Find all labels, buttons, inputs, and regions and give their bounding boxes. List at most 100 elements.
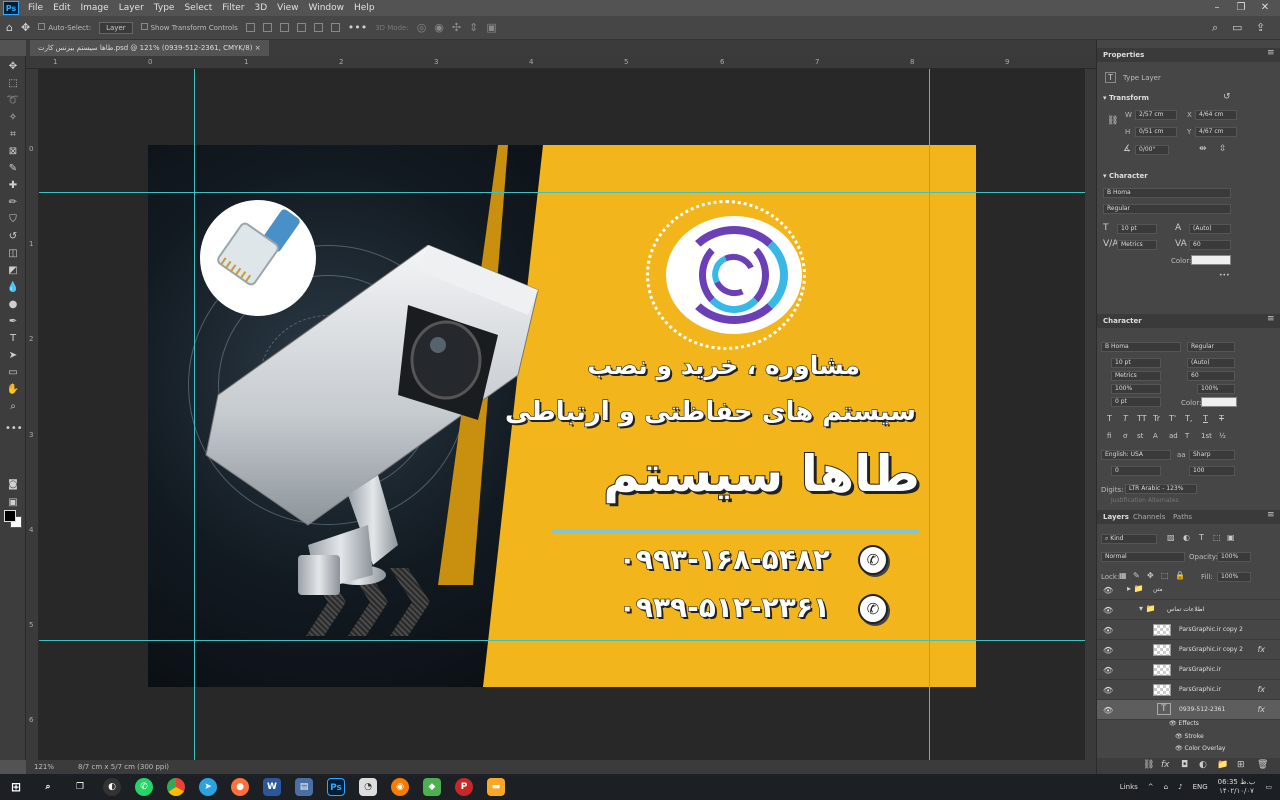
lock-image-icon[interactable]: ✎ [1133, 571, 1140, 580]
char-size-field[interactable]: 10 pt [1111, 358, 1161, 368]
character-section-title[interactable]: ▾ Character [1103, 172, 1148, 180]
visibility-eye-icon[interactable]: 👁 [1103, 686, 1113, 695]
close-icon[interactable]: ✕ [1254, 0, 1276, 16]
search-icon[interactable]: ⌕ [39, 778, 57, 796]
notifications-icon[interactable]: ▭ [1265, 783, 1272, 791]
layer-row-selected[interactable]: 👁 T 0939-512-2361 fx [1097, 700, 1280, 720]
align-middle-icon[interactable] [313, 23, 323, 32]
frame-tool-icon[interactable]: ⊠ [5, 145, 21, 159]
crop-tool-icon[interactable]: ⌗ [5, 128, 21, 142]
discretionary-ligature-icon[interactable]: st [1137, 432, 1143, 440]
lock-position-icon[interactable]: ✥ [1147, 571, 1154, 580]
notepad-icon[interactable]: ▤ [295, 778, 313, 796]
layer-row[interactable]: 👁 ParsGraphic.ir [1097, 660, 1280, 680]
layer-filter-dropdown[interactable]: ⌕ Kind [1101, 534, 1157, 544]
share-icon[interactable]: ⇪ [1256, 21, 1265, 34]
ordinals-icon[interactable]: 1st [1201, 432, 1212, 440]
close-tab-icon[interactable]: × [255, 44, 261, 52]
char-vscale-field[interactable]: 100% [1111, 384, 1161, 394]
link-layers-icon[interactable]: ⛓ [1143, 760, 1154, 770]
gradient-tool-icon[interactable]: ◩ [5, 264, 21, 278]
flip-vertical-icon[interactable]: ⇳ [1219, 144, 1227, 154]
transform-section-title[interactable]: ▾ Transform [1103, 94, 1149, 102]
reset-transform-icon[interactable]: ↺ [1223, 92, 1231, 102]
height-field[interactable]: 0/51 cm [1135, 127, 1177, 137]
quick-mask-icon[interactable]: ◙ [5, 478, 21, 492]
document-tab[interactable]: طاها سیستم بیزنس کارت.psd @ 121% (0939-5… [30, 40, 269, 56]
menu-type[interactable]: Type [149, 3, 180, 13]
visibility-eye-icon[interactable]: 👁 [1103, 706, 1113, 715]
lock-artboard-icon[interactable]: ⬚ [1161, 571, 1169, 580]
panel-menu-icon[interactable]: ≡ [1267, 510, 1275, 520]
edit-toolbar-icon[interactable]: ••• [5, 422, 23, 436]
language-indicator[interactable]: ENG [1193, 783, 1208, 791]
type-tool-icon[interactable]: T [5, 332, 21, 346]
app-icon[interactable]: ◉ [391, 778, 409, 796]
filter-adjustment-icon[interactable]: ◐ [1183, 533, 1190, 542]
dodge-tool-icon[interactable]: ● [5, 298, 21, 312]
task-view-icon[interactable]: ❐ [71, 778, 89, 796]
move-tool-icon[interactable]: ✥ [5, 60, 21, 74]
filter-pixel-icon[interactable]: ▨ [1167, 533, 1175, 542]
business-card-artboard[interactable]: مشاوره ، خرید و نصب سیستم های حفاظتی و ا… [148, 145, 976, 687]
color-overlay-eye-icon[interactable]: 👁 [1175, 745, 1185, 752]
font-style-dropdown[interactable]: Regular [1103, 204, 1231, 214]
marquee-tool-icon[interactable]: ⬚ [5, 77, 21, 91]
restore-icon[interactable]: ❐ [1230, 0, 1252, 16]
small-caps-icon[interactable]: Tr [1153, 414, 1160, 423]
links-toolbar[interactable]: Links [1120, 783, 1138, 791]
menu-help[interactable]: Help [349, 3, 380, 13]
language-dropdown[interactable]: English: USA [1101, 450, 1171, 460]
swash-icon[interactable]: A [1153, 432, 1158, 440]
filter-type-icon[interactable]: T [1199, 533, 1204, 542]
stylistic-alternates-icon[interactable]: ad [1169, 432, 1178, 440]
eyedropper-icon[interactable]: ✎ [5, 162, 21, 176]
x-field[interactable]: 4/64 cm [1195, 110, 1237, 120]
leading-field[interactable]: (Auto) [1189, 224, 1231, 234]
blend-mode-dropdown[interactable]: Normal [1101, 552, 1185, 562]
layer-effects-icon[interactable]: fx [1257, 685, 1265, 694]
new-layer-icon[interactable]: ⊞ [1237, 760, 1245, 770]
eraser-icon[interactable]: ◫ [5, 247, 21, 261]
photoshop-taskbar-icon[interactable]: Ps [327, 778, 345, 796]
3d-roll-icon[interactable]: ◉ [434, 21, 444, 34]
opacity-field[interactable]: 100% [1217, 552, 1251, 562]
lock-all-icon[interactable]: 🔒 [1175, 571, 1185, 580]
clone-stamp-icon[interactable]: ⛉ [5, 213, 21, 227]
panel-menu-icon[interactable]: ≡ [1267, 48, 1275, 58]
superscript-icon[interactable]: T' [1169, 414, 1176, 423]
visibility-eye-icon[interactable]: 👁 [1103, 646, 1113, 655]
lasso-tool-icon[interactable]: ➰ [5, 94, 21, 108]
add-mask-icon[interactable]: ◘ [1181, 760, 1188, 770]
char-extra-field-2[interactable]: 100 [1189, 466, 1235, 476]
vertical-ruler[interactable]: 0 1 2 3 4 5 6 [26, 69, 39, 760]
whatsapp-icon[interactable]: ✆ [135, 778, 153, 796]
app-icon[interactable]: ◐ [103, 778, 121, 796]
effect-color-overlay[interactable]: 👁 Color Overlay [1175, 745, 1225, 752]
auto-select-dropdown[interactable]: Layer [99, 21, 133, 34]
subscript-icon[interactable]: T, [1185, 414, 1192, 423]
blur-tool-icon[interactable]: 💧 [5, 281, 21, 295]
more-options-icon[interactable]: ••• [1219, 272, 1230, 279]
windows-start-icon[interactable]: ⊞ [7, 778, 25, 796]
char-leading-field[interactable]: (Auto) [1187, 358, 1235, 368]
search-icon[interactable]: ⌕ [1212, 21, 1218, 35]
char-color-swatch[interactable] [1201, 397, 1237, 407]
font-size-field[interactable]: 10 pt [1117, 224, 1157, 234]
move-tool-icon[interactable]: ✥ [21, 21, 30, 34]
text-color-swatch[interactable] [1191, 255, 1231, 265]
lock-transparent-icon[interactable]: ▦ [1119, 571, 1127, 580]
filter-smart-object-icon[interactable]: ▣ [1227, 533, 1235, 542]
effects-eye-icon[interactable]: 👁 [1169, 720, 1179, 727]
flip-horizontal-icon[interactable]: ⇹ [1199, 144, 1207, 154]
digits-dropdown[interactable]: LTR Arabic - 123% [1125, 484, 1197, 494]
tab-layers[interactable]: Layers [1103, 510, 1129, 524]
photoshop-logo-icon[interactable]: Ps [3, 1, 19, 15]
horizontal-guide[interactable] [39, 640, 1085, 641]
screen-mode-icon[interactable]: ▣ [5, 496, 21, 510]
app-icon[interactable]: ◔ [359, 778, 377, 796]
delete-layer-icon[interactable]: 🗑 [1257, 760, 1268, 770]
clock[interactable]: 06:35 ب.ظ ۱۴۰۲/۱۰/۰۷ [1218, 778, 1256, 796]
angle-field[interactable]: 0/00° [1135, 145, 1169, 155]
network-icon[interactable]: ⌂ [1164, 783, 1168, 791]
